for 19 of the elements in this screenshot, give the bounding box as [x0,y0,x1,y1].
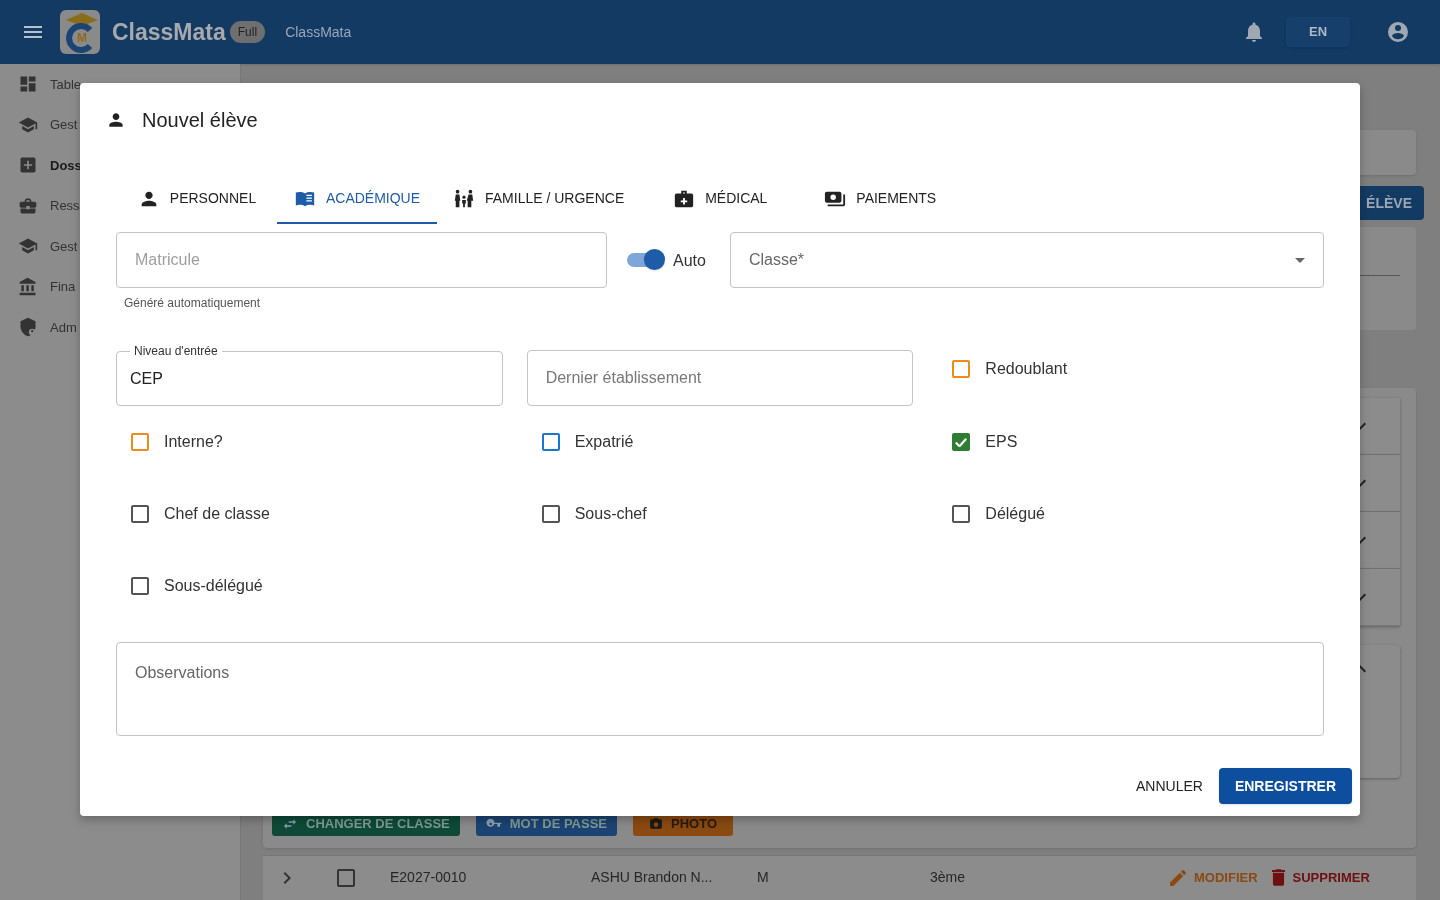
table-cell-text: M [757,868,770,888]
dialog-title: Nouvel élève [142,108,258,133]
checkbox-label: Sous-chef [574,504,647,524]
checkbox-label: Sous-délégué [164,576,263,596]
checkbox-label: Chef de classe [164,504,270,524]
table-cell-text: ASHU Brandon N... [591,868,714,888]
checkbox-label: Redoublant [985,359,1068,379]
app-title: ClassMata [112,17,226,47]
helper-text: Généré automatiquement [124,295,262,312]
table-cell-text: E2027-0010 [390,868,468,888]
checkbox-label: Expatrié [574,432,634,452]
checkbox-label: Délégué [985,504,1045,524]
plan-badge: Full [229,21,266,43]
app-name: ClassMata [285,22,352,42]
table-cell-text: 3ème [930,868,967,888]
checkbox-label: Interne? [164,432,223,452]
app-logo: M [60,10,100,54]
checkbox-label: EPS [985,432,1018,452]
toggle-label: Auto [673,251,706,271]
